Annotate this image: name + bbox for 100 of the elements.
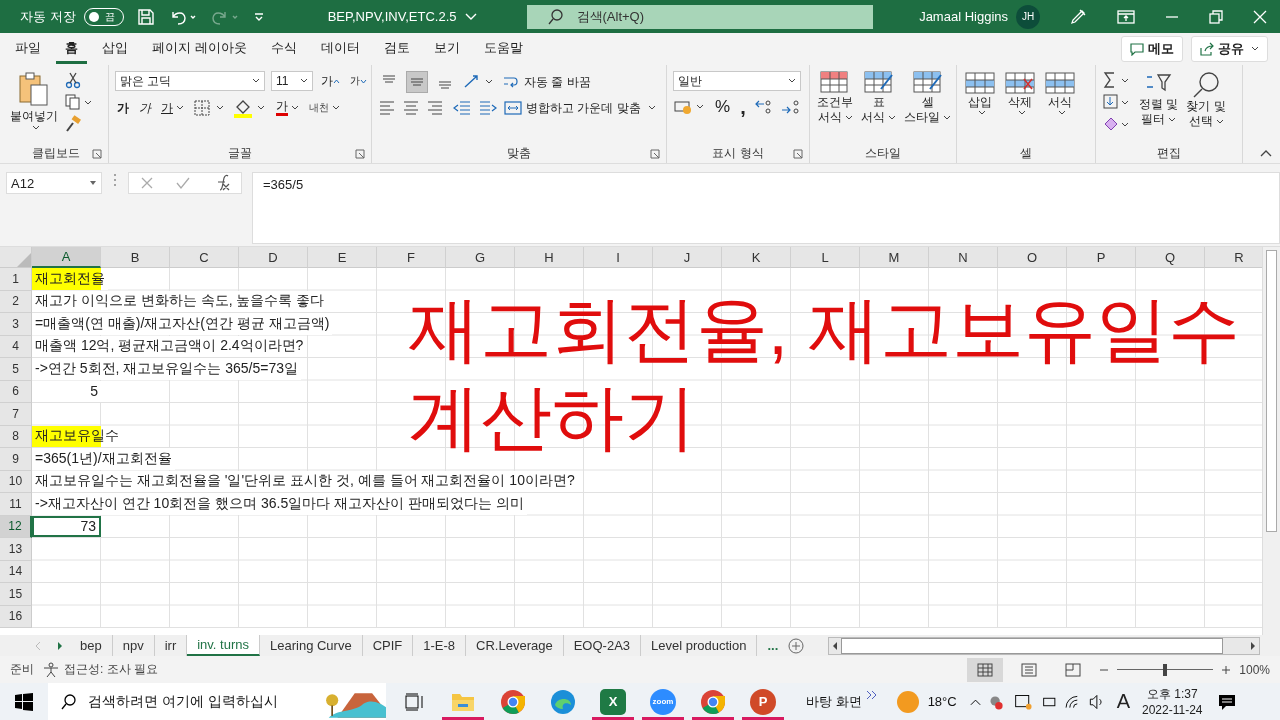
- caret-icon[interactable]: [464, 11, 477, 22]
- row-header[interactable]: 1: [0, 268, 32, 291]
- column-header[interactable]: B: [101, 247, 170, 268]
- increase-font-button[interactable]: 가: [319, 72, 342, 90]
- paste-button[interactable]: 붙여넣기: [10, 71, 58, 131]
- windows-start-icon[interactable]: [14, 691, 34, 712]
- editing-button[interactable]: 정렬 및 필터: [1138, 71, 1180, 127]
- underline-button[interactable]: 가: [159, 99, 186, 117]
- column-header[interactable]: Q: [1136, 247, 1205, 268]
- sheet-tab[interactable]: Level production: [641, 635, 758, 656]
- bold-button[interactable]: 가: [115, 99, 131, 117]
- row-header[interactable]: 3: [0, 313, 32, 336]
- comma-button[interactable]: ,: [738, 99, 748, 115]
- font-name-field[interactable]: 맑은 고딕: [115, 71, 265, 91]
- row-header[interactable]: 15: [0, 583, 32, 606]
- style-button[interactable]: 조건부 서식: [816, 71, 854, 125]
- table-cell[interactable]: =매출액(연 매출)/재고자산(연간 평균 재고금액): [32, 313, 333, 335]
- menu-tab[interactable]: 데이터: [311, 34, 369, 64]
- cells-button[interactable]: 서식: [1043, 71, 1077, 116]
- row-header[interactable]: 11: [0, 493, 32, 516]
- row-header[interactable]: 5: [0, 358, 32, 381]
- sheet-tab[interactable]: inv. turns: [187, 635, 260, 656]
- merge-center-button[interactable]: 병합하고 가운데 맞춤: [504, 99, 656, 117]
- cells-button[interactable]: 삭제: [1003, 71, 1037, 116]
- row-header[interactable]: 6: [0, 380, 32, 403]
- weather-temperature[interactable]: 18°C: [927, 694, 957, 709]
- percent-button[interactable]: %: [713, 97, 733, 117]
- column-header[interactable]: L: [791, 247, 860, 268]
- dialog-launcher-icon[interactable]: [355, 149, 365, 159]
- task-view-icon[interactable]: [404, 691, 426, 712]
- editing-button[interactable]: 찾기 및 선택: [1185, 71, 1227, 129]
- column-header[interactable]: F: [377, 247, 446, 268]
- horizontal-scrollbar[interactable]: [828, 636, 1260, 655]
- dialog-launcher-icon[interactable]: [92, 149, 102, 159]
- row-header[interactable]: 10: [0, 470, 32, 493]
- indent-icons[interactable]: [452, 99, 498, 117]
- view-button[interactable]: [967, 657, 1004, 682]
- column-header[interactable]: J: [653, 247, 722, 268]
- row-header[interactable]: 8: [0, 425, 32, 448]
- sheet-tab[interactable]: 1-E-8: [413, 635, 467, 656]
- accessibility-icon[interactable]: [42, 661, 60, 678]
- ribbon-display-icon[interactable]: [1116, 7, 1136, 26]
- borders-icon[interactable]: [192, 98, 226, 118]
- decrease-font-button[interactable]: 가: [348, 74, 369, 88]
- search-field[interactable]: 검색(Alt+Q): [526, 4, 873, 29]
- table-cell[interactable]: ->재고자산이 연간 10회전을 했으며 36.5일마다 재고자산이 판매되었다는 의미: [32, 493, 527, 515]
- sheet-tab[interactable]: CR.Leverage: [466, 635, 564, 656]
- column-header[interactable]: R: [1205, 247, 1262, 268]
- save-icon[interactable]: [135, 6, 156, 27]
- row-header[interactable]: 13: [0, 538, 32, 561]
- table-cell[interactable]: =365(1년)/재고회전율: [32, 448, 175, 470]
- formula-input[interactable]: =365/5: [252, 172, 1280, 244]
- menu-tab[interactable]: 페이지 레이아웃: [143, 34, 256, 64]
- accessibility-status[interactable]: 접근성: 조사 필요: [64, 661, 158, 678]
- phonetic-button[interactable]: 내천: [307, 101, 342, 115]
- zoom-level[interactable]: 100%: [1239, 662, 1270, 677]
- powerpoint-app-button[interactable]: P: [740, 683, 786, 720]
- column-header[interactable]: M: [860, 247, 929, 268]
- sheet-tab[interactable]: CPIF: [362, 635, 414, 656]
- share-button[interactable]: 공유: [1191, 36, 1268, 62]
- comments-button[interactable]: 메모: [1121, 36, 1183, 62]
- taskbar-search-field[interactable]: 검색하려면 여기에 입력하십시: [48, 683, 386, 720]
- column-header[interactable]: E: [308, 247, 377, 268]
- sheet-tab[interactable]: EOQ-2A3: [563, 635, 642, 656]
- copy-icon[interactable]: [64, 93, 94, 111]
- font-color-button[interactable]: 가: [274, 100, 301, 116]
- row-header[interactable]: 14: [0, 560, 32, 583]
- scissors-icon[interactable]: [64, 71, 82, 89]
- menu-tab[interactable]: 보기: [424, 34, 469, 64]
- vertical-scrollbar[interactable]: [1262, 247, 1280, 635]
- restore-icon[interactable]: [1208, 8, 1224, 25]
- row-header[interactable]: 2: [0, 290, 32, 313]
- zoom-slider-thumb[interactable]: [1163, 663, 1168, 676]
- column-header[interactable]: P: [1067, 247, 1136, 268]
- check-icon[interactable]: [175, 175, 191, 191]
- paintbrush-icon[interactable]: [64, 115, 82, 133]
- row-header[interactable]: 4: [0, 335, 32, 358]
- menu-tab[interactable]: 도움말: [474, 34, 532, 64]
- column-header[interactable]: H: [515, 247, 584, 268]
- column-header[interactable]: C: [170, 247, 239, 268]
- close-icon[interactable]: [1252, 8, 1268, 25]
- name-box[interactable]: A12: [6, 172, 102, 194]
- font-size-field[interactable]: 11: [271, 71, 313, 91]
- column-header[interactable]: D: [239, 247, 308, 268]
- style-button[interactable]: 셀 스타일: [903, 71, 952, 125]
- cells-button[interactable]: 삽입: [963, 71, 997, 116]
- menu-tab[interactable]: 검토: [374, 34, 419, 64]
- sheet-tab[interactable]: npv: [112, 635, 155, 656]
- row-header[interactable]: 7: [0, 403, 32, 426]
- column-header[interactable]: O: [998, 247, 1067, 268]
- column-header[interactable]: I: [584, 247, 653, 268]
- menu-tab[interactable]: 파일: [6, 34, 50, 64]
- sheet-tab[interactable]: bep: [70, 635, 113, 656]
- wrap-text-button[interactable]: 자동 줄 바꿈: [502, 73, 591, 91]
- column-header[interactable]: G: [446, 247, 515, 268]
- excel-app-button[interactable]: X: [590, 683, 636, 720]
- menu-tab[interactable]: 삽입: [93, 34, 137, 64]
- menu-tab[interactable]: 수식: [261, 34, 306, 64]
- desktop-label[interactable]: 바탕 화면: [806, 692, 862, 711]
- row-header[interactable]: 9: [0, 448, 32, 471]
